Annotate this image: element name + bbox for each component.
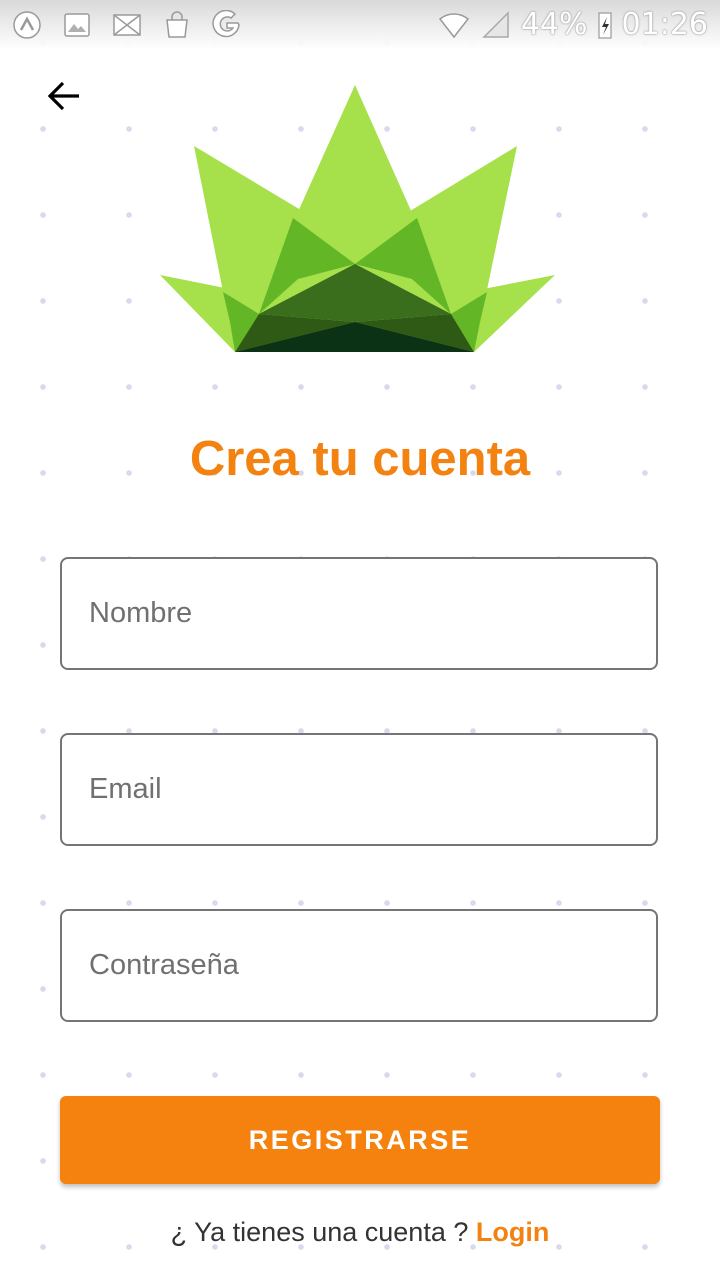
register-button[interactable]: REGISTRARSE [60,1096,660,1184]
arrow-left-icon [47,81,79,111]
login-prompt: ¿ Ya tienes una cuenta ? Login [0,1212,720,1252]
shopping-bag-icon [160,8,194,42]
name-input[interactable] [62,559,656,668]
login-link[interactable]: Login [476,1217,549,1247]
signup-screen: 44% 01:26 Crea tu cuenta Nombre Email RE… [0,0,720,1280]
email-input[interactable] [62,735,656,844]
battery-charging-icon [596,8,614,42]
launcher-icon [10,8,44,42]
name-field[interactable] [60,557,658,670]
password-field[interactable] [60,909,658,1022]
email-field[interactable] [60,733,658,846]
battery-percent: 44% [520,7,588,42]
signal-icon [479,8,513,42]
clock: 01:26 [621,7,708,42]
status-bar: 44% 01:26 [0,0,720,50]
login-question: ¿ Ya tienes una cuenta ? [170,1217,469,1247]
app-logo [160,85,555,352]
google-icon [210,8,244,42]
mail-icon [110,8,144,42]
page-title: Crea tu cuenta [189,432,531,486]
image-icon [60,8,94,42]
wifi-icon [437,8,471,42]
password-input[interactable] [62,911,656,1020]
status-system: 44% 01:26 [437,6,708,44]
status-notifications [10,8,244,42]
back-button[interactable] [38,70,90,122]
